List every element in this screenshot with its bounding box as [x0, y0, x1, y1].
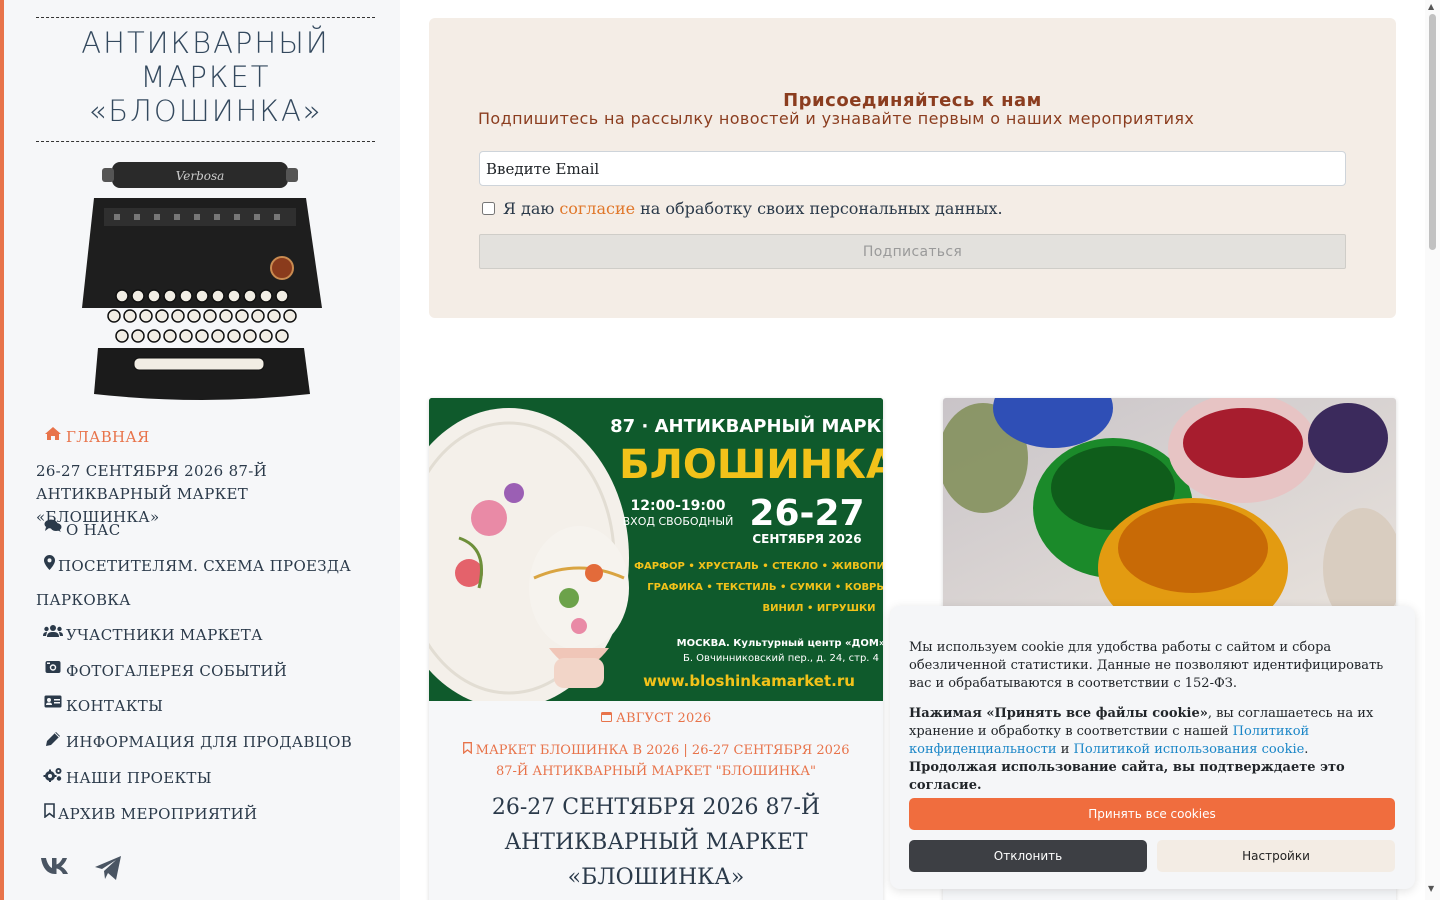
card-date: АВГУСТ 2026	[429, 711, 883, 726]
card-category[interactable]: МАРКЕТ БЛОШИНКА В 2026 | 26-27 СЕНТЯБРЯ …	[459, 740, 853, 782]
subscribe-button[interactable]: Подписаться	[479, 234, 1346, 269]
typewriter-logo[interactable]: Verbosa	[74, 158, 329, 404]
menu-label: ПОСЕТИТЕЛЯМ. СХЕМА ПРОЕЗДА	[58, 557, 352, 575]
cookie-banner: Мы используем cookie для удобства работы…	[890, 606, 1415, 889]
menu-item-gallery[interactable]: ФОТОГАЛЕРЕЯ СОБЫТИЙ	[36, 660, 287, 683]
menu-item-sellers[interactable]: ИНФОРМАЦИЯ ДЛЯ ПРОДАВЦОВ	[36, 731, 352, 754]
map-marker-icon	[36, 555, 56, 570]
menu-item-contacts[interactable]: КОНТАКТЫ	[36, 695, 163, 718]
subscribe-title: Присоединяйтесь к нам	[783, 90, 1042, 111]
poster-days: 26-27	[749, 493, 864, 534]
poster-goods3: ВИНИЛ • ИГРУШКИ	[762, 603, 875, 614]
poster-entry: ВХОД СВОБОДНЫЙ	[623, 515, 734, 528]
menu-label: АРХИВ МЕРОПРИЯТИЙ	[58, 805, 258, 823]
menu-item-participants[interactable]: УЧАСТНИКИ МАРКЕТА	[36, 624, 263, 647]
cookie-text-3: .	[1304, 742, 1309, 757]
vk-icon[interactable]	[40, 855, 72, 885]
comments-icon	[36, 519, 64, 533]
consent-row: Я даю согласие на обработку своих персон…	[482, 199, 1003, 218]
poster-line1: 87 · АНТИКВАРНЫЙ МАРКЕТ	[610, 415, 883, 437]
consent-link[interactable]: согласие	[559, 199, 635, 218]
cookie-text-2: и	[1060, 742, 1070, 757]
cogs-icon	[36, 767, 64, 782]
site-title[interactable]: АНТИКВАРНЫЙ МАРКЕТ «БЛОШИНКА»	[36, 18, 375, 128]
poster-time: 12:00-19:00	[631, 498, 726, 514]
bookmark-icon	[36, 803, 56, 818]
menu-label: УЧАСТНИКИ МАРКЕТА	[66, 626, 263, 644]
menu-item-parking[interactable]: ПАРКОВКА	[36, 589, 131, 612]
cookie-text: Мы используем cookie для удобства работы…	[909, 640, 1384, 691]
bookmark-icon	[462, 742, 476, 758]
email-field[interactable]	[479, 151, 1346, 186]
poster-goods2: ГРАФИКА • ТЕКСТИЛЬ • СУМКИ • КОВРЫ	[647, 582, 883, 593]
subscribe-text: Подпишитесь на рассылку новостей и узнав…	[478, 109, 1195, 128]
social-links	[40, 855, 122, 885]
menu-item-home[interactable]: ГЛАВНАЯ	[36, 426, 150, 449]
pen-icon	[36, 731, 64, 747]
consent-text-after: на обработку своих персональных данных.	[640, 199, 1003, 218]
address-card-icon	[36, 695, 64, 708]
home-icon	[36, 426, 64, 441]
card-category-text: МАРКЕТ БЛОШИНКА В 2026 | 26-27 СЕНТЯБРЯ …	[475, 743, 850, 779]
cookie-consent-text: Нажимая «Принять все файлы cookie», вы с…	[909, 705, 1399, 795]
menu-item-about[interactable]: О НАС	[36, 519, 120, 542]
poster-month: СЕНТЯБРЯ 2026	[752, 532, 861, 546]
cookie-bold-1: Нажимая «Принять все файлы cookie»	[909, 706, 1208, 721]
site-title-frame: АНТИКВАРНЫЙ МАРКЕТ «БЛОШИНКА»	[36, 17, 375, 142]
poster-address2: Б. Овчинниковский пер., д. 24, стр. 4	[683, 653, 879, 664]
scroll-thumb[interactable]	[1429, 14, 1436, 250]
event-card[interactable]: 87 · АНТИКВАРНЫЙ МАРКЕТ БЛОШИНКА 12:00-1…	[429, 398, 883, 900]
menu-item-archive[interactable]: АРХИВ МЕРОПРИЯТИЙ	[36, 803, 257, 826]
menu-item-projects[interactable]: НАШИ ПРОЕКТЫ	[36, 767, 212, 790]
page-scrollbar[interactable]: ▲ ▼	[1425, 0, 1440, 900]
consent-checkbox[interactable]	[482, 202, 495, 215]
menu-label: ФОТОГАЛЕРЕЯ СОБЫТИЙ	[66, 662, 288, 680]
telegram-icon[interactable]	[94, 855, 122, 885]
crystal-glasses-image[interactable]	[943, 398, 1396, 638]
users-icon	[36, 624, 64, 638]
menu-label: КОНТАКТЫ	[66, 697, 164, 715]
camera-icon	[36, 660, 64, 674]
card-date-text: АВГУСТ 2026	[615, 711, 712, 726]
cookie-settings-button[interactable]: Настройки	[1157, 840, 1395, 872]
cookie-policy-link[interactable]: Политикой использования cookie	[1074, 742, 1305, 757]
menu-label: ПАРКОВКА	[36, 591, 131, 609]
typewriter-brand: Verbosa	[176, 169, 225, 183]
newsletter-subscribe: Присоединяйтесь к нам Подпишитесь на рас…	[429, 18, 1396, 318]
scroll-up-arrow-icon[interactable]: ▲	[1428, 2, 1434, 11]
poster-address1: МОСКВА. Культурный центр «ДОМ»	[677, 638, 883, 649]
cookie-bold-2: Продолжая использование сайта, вы подтве…	[909, 760, 1345, 793]
sidebar: АНТИКВАРНЫЙ МАРКЕТ «БЛОШИНКА» Verbosa ГЛ…	[0, 0, 400, 900]
consent-text-before: Я даю	[503, 199, 555, 218]
poster-brand: БЛОШИНКА	[619, 442, 883, 488]
scroll-down-arrow-icon[interactable]: ▼	[1428, 884, 1434, 893]
poster-goods1: ФАРФОР • ХРУСТАЛЬ • СТЕКЛО • ЖИВОПИСЬ	[634, 561, 883, 572]
decline-cookies-button[interactable]: Отклонить	[909, 840, 1147, 872]
menu-label: О НАС	[66, 521, 121, 539]
menu-item-visitors[interactable]: ПОСЕТИТЕЛЯМ. СХЕМА ПРОЕЗДА	[36, 555, 351, 578]
menu-label: ГЛАВНАЯ	[66, 428, 150, 446]
menu-label: ИНФОРМАЦИЯ ДЛЯ ПРОДАВЦОВ	[66, 733, 353, 751]
calendar-icon	[600, 711, 616, 726]
event-poster[interactable]: 87 · АНТИКВАРНЫЙ МАРКЕТ БЛОШИНКА 12:00-1…	[429, 398, 883, 708]
menu-label: НАШИ ПРОЕКТЫ	[66, 769, 212, 787]
poster-site: www.bloshinkamarket.ru	[643, 672, 855, 690]
accept-cookies-button[interactable]: Принять все cookies	[909, 798, 1395, 830]
card-title[interactable]: 26-27 СЕНТЯБРЯ 2026 87-Й АНТИКВАРНЫЙ МАР…	[459, 790, 853, 895]
